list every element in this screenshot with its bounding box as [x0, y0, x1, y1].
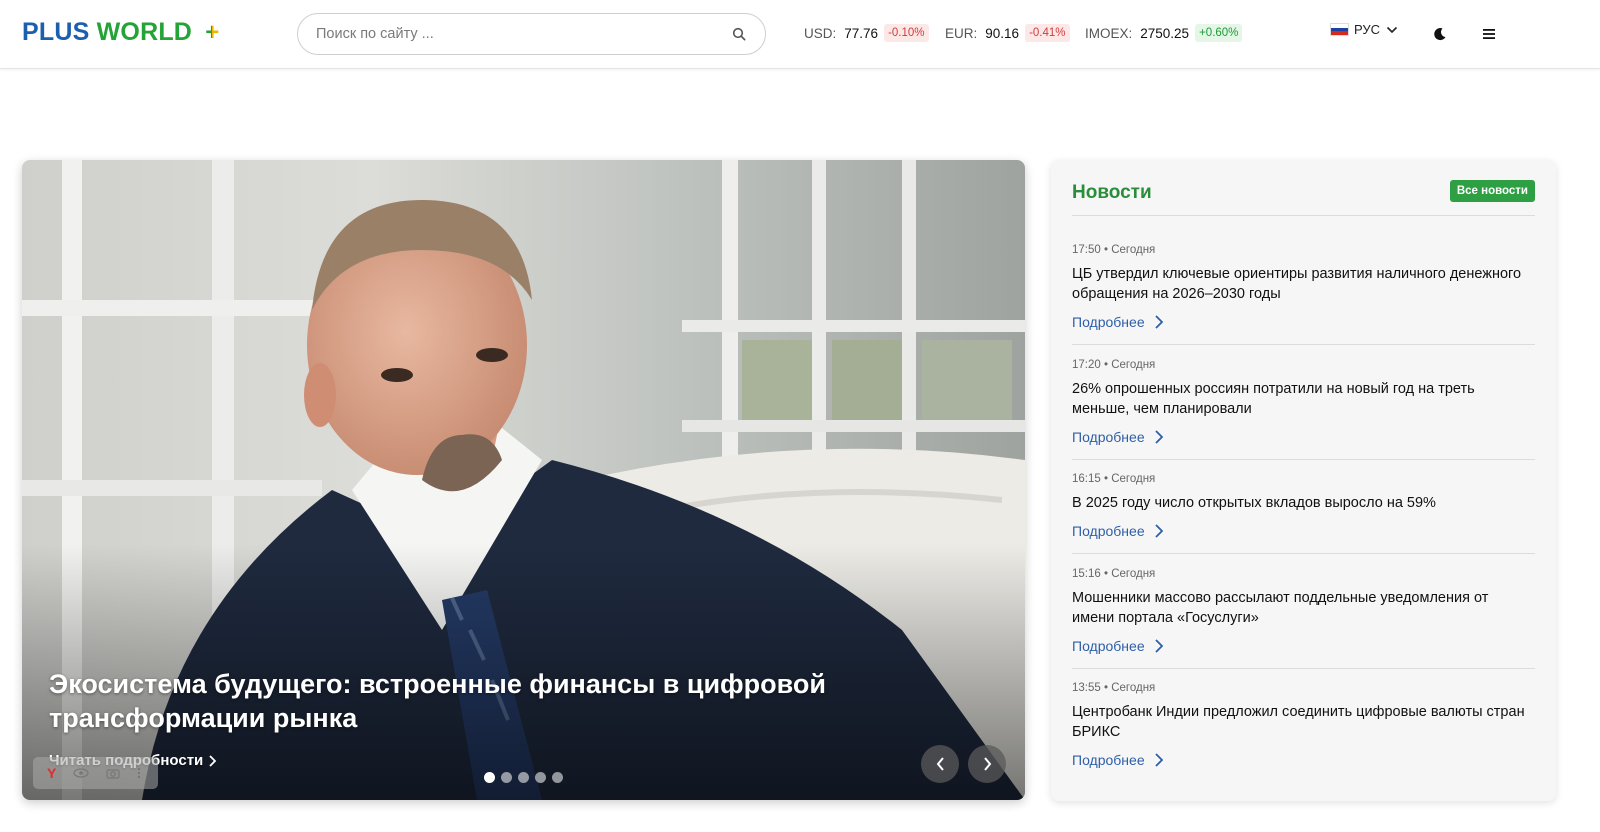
logo-plus-sign: + [205, 19, 220, 46]
news-item-time: 16:15 • Сегодня [1072, 473, 1156, 485]
ticker-value: 2750.25 [1140, 25, 1190, 41]
news-item: 15:16 • Сегодня Мошенники массово рассыл… [1072, 568, 1535, 669]
news-item-more-link[interactable]: Подробнее [1072, 638, 1163, 654]
news-item-headline[interactable]: Центробанк Индии предложил соединить циф… [1072, 702, 1532, 742]
news-item-time: 13:55 • Сегодня [1072, 682, 1156, 694]
site-header: PLUS WORLD + USD: 77.76 -0.10% EUR: 90.1… [0, 0, 1600, 69]
ticker-change-badge: +0.60% [1195, 24, 1243, 42]
slider-pagination [484, 772, 563, 783]
chevron-right-icon [1154, 524, 1163, 538]
language-selector[interactable]: РУС [1330, 22, 1398, 37]
slider-dot[interactable] [518, 772, 529, 783]
russian-flag-icon [1330, 23, 1349, 36]
news-item-headline[interactable]: ЦБ утвердил ключевые ориентиры развития … [1072, 264, 1532, 304]
ticker-imoex: IMOEX: 2750.25 +0.60% [1085, 24, 1243, 42]
chevron-right-icon [1154, 430, 1163, 444]
news-item-time: 17:20 • Сегодня [1072, 359, 1156, 371]
news-item-more-link[interactable]: Подробнее [1072, 523, 1163, 539]
ticker-change-badge: -0.10% [884, 24, 929, 42]
camera-icon[interactable] [106, 767, 120, 779]
slider-next-button[interactable] [968, 745, 1006, 783]
logo-world-text: WORLD [96, 18, 193, 46]
dark-mode-moon-icon[interactable] [1428, 22, 1452, 46]
more-link-label: Подробнее [1072, 752, 1145, 768]
news-item: 17:20 • Сегодня 26% опрошенных россиян п… [1072, 359, 1535, 460]
news-item-headline[interactable]: Мошенники массово рассылают поддельные у… [1072, 588, 1532, 628]
chevron-right-icon [1154, 753, 1163, 767]
hero-slider[interactable]: Экосистема будущего: встроенные финансы … [22, 160, 1025, 800]
chevron-right-icon [1154, 315, 1163, 329]
news-item-headline[interactable]: В 2025 году число открытых вкладов вырос… [1072, 493, 1532, 513]
slider-dot[interactable] [501, 772, 512, 783]
chevron-left-icon [936, 757, 945, 771]
language-label: РУС [1354, 22, 1381, 37]
slider-dot[interactable] [535, 772, 546, 783]
slider-prev-button[interactable] [921, 745, 959, 783]
ticker-value: 77.76 [844, 25, 879, 41]
ticker-label: USD: [804, 25, 837, 41]
ticker-label: EUR: [945, 25, 978, 41]
news-item-more-link[interactable]: Подробнее [1072, 752, 1163, 768]
all-news-button[interactable]: Все новости [1449, 180, 1535, 202]
more-link-label: Подробнее [1072, 314, 1145, 330]
eye-icon[interactable] [73, 768, 89, 778]
ticker-eur: EUR: 90.16 -0.41% [945, 24, 1070, 42]
news-item-time: 17:50 • Сегодня [1072, 244, 1156, 256]
ticker-usd: USD: 77.76 -0.10% [804, 24, 929, 42]
news-item-time: 15:16 • Сегодня [1072, 568, 1156, 580]
news-item-headline[interactable]: 26% опрошенных россиян потратили на новы… [1072, 379, 1532, 419]
chevron-right-icon [209, 754, 217, 767]
ticker-value: 90.16 [985, 25, 1020, 41]
slider-dot[interactable] [552, 772, 563, 783]
ticker-label: IMOEX: [1085, 25, 1133, 41]
search-icon[interactable] [731, 26, 747, 42]
search-bar [297, 13, 766, 55]
news-item: 13:55 • Сегодня Центробанк Индии предлож… [1072, 682, 1535, 783]
news-panel-title: Новости [1072, 182, 1152, 203]
yandex-logo-icon[interactable]: Y [47, 765, 56, 781]
news-panel: Новости Все новости 17:50 • Сегодня ЦБ у… [1051, 160, 1556, 801]
news-panel-header: Новости Все новости [1072, 180, 1535, 216]
more-link-label: Подробнее [1072, 638, 1145, 654]
news-item-more-link[interactable]: Подробнее [1072, 314, 1163, 330]
logo-plus-text: PLUS [22, 18, 90, 46]
chevron-right-icon [1154, 639, 1163, 653]
news-item: 17:50 • Сегодня ЦБ утвердил ключевые ори… [1072, 244, 1535, 345]
browser-overlay-toolbar: Y [33, 757, 158, 789]
news-item-more-link[interactable]: Подробнее [1072, 429, 1163, 445]
site-logo[interactable]: PLUS WORLD + [22, 18, 219, 47]
more-link-label: Подробнее [1072, 429, 1145, 445]
search-input[interactable] [316, 26, 731, 42]
more-vertical-icon[interactable] [137, 767, 141, 779]
more-link-label: Подробнее [1072, 523, 1145, 539]
chevron-down-icon [1386, 26, 1398, 34]
chevron-right-icon [983, 757, 992, 771]
ticker-change-badge: -0.41% [1025, 24, 1070, 42]
hero-headline[interactable]: Экосистема будущего: встроенные финансы … [49, 667, 849, 735]
news-item: 16:15 • Сегодня В 2025 году число открыт… [1072, 473, 1535, 554]
hamburger-menu-icon[interactable] [1477, 22, 1501, 46]
slider-dot[interactable] [484, 772, 495, 783]
